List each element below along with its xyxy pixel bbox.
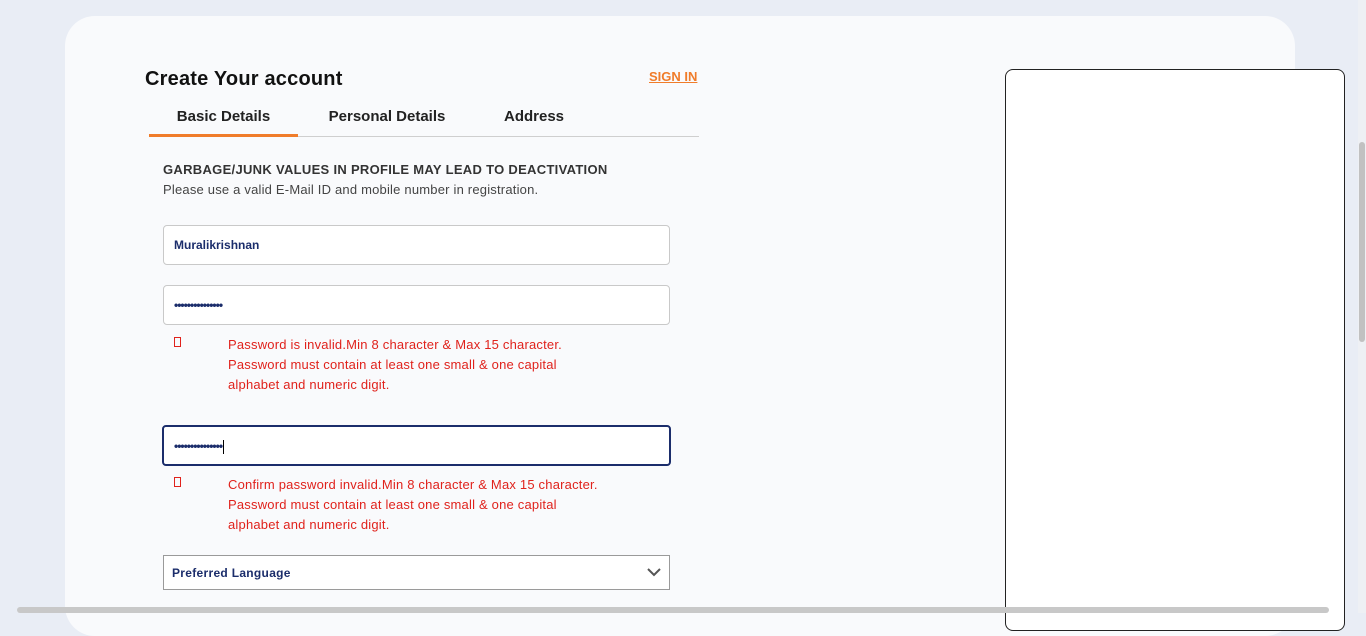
tab-basic-details[interactable]: Basic Details	[149, 103, 298, 137]
password-error-line: alphabet and numeric digit.	[228, 377, 390, 392]
error-icon	[174, 477, 181, 487]
preferred-language-select[interactable]: Preferred Language	[163, 555, 670, 590]
confirm-password-error-message: Confirm password invalid.Min 8 character…	[228, 475, 648, 535]
tab-address[interactable]: Address	[484, 103, 584, 136]
horizontal-scrollbar[interactable]	[17, 607, 1329, 613]
password-error-line: Password is invalid.Min 8 character & Ma…	[228, 337, 562, 352]
error-icon	[174, 337, 181, 347]
password-field[interactable]: •••••••••••••••	[163, 285, 670, 325]
confirm-password-input[interactable]: •••••••••••••••	[174, 427, 225, 465]
password-input[interactable]: •••••••••••••••	[174, 286, 223, 324]
warning-subtext: Please use a valid E-Mail ID and mobile …	[163, 182, 539, 197]
tab-personal-details[interactable]: Personal Details	[314, 103, 460, 136]
page-title: Create Your account	[145, 68, 343, 90]
confirm-password-field[interactable]: •••••••••••••••	[162, 425, 671, 466]
vertical-scrollbar-thumb[interactable]	[1359, 142, 1365, 342]
password-error-line: Password must contain at least one small…	[228, 357, 557, 372]
chevron-down-icon	[647, 568, 661, 577]
side-panel	[1005, 69, 1345, 631]
confirm-password-error-line: Password must contain at least one small…	[228, 497, 557, 512]
warning-heading: GARBAGE/JUNK VALUES IN PROFILE MAY LEAD …	[163, 162, 608, 177]
text-caret	[223, 439, 225, 454]
username-field[interactable]	[163, 225, 670, 265]
tab-bar: Basic Details Personal Details Address	[149, 103, 699, 137]
preferred-language-label: Preferred Language	[172, 566, 291, 580]
confirm-password-error-line: Confirm password invalid.Min 8 character…	[228, 477, 598, 492]
confirm-password-value: •••••••••••••••	[174, 439, 223, 453]
sign-in-link[interactable]: SIGN IN	[649, 69, 697, 84]
password-error-message: Password is invalid.Min 8 character & Ma…	[228, 335, 648, 395]
confirm-password-error-line: alphabet and numeric digit.	[228, 517, 390, 532]
username-input[interactable]	[164, 226, 654, 264]
